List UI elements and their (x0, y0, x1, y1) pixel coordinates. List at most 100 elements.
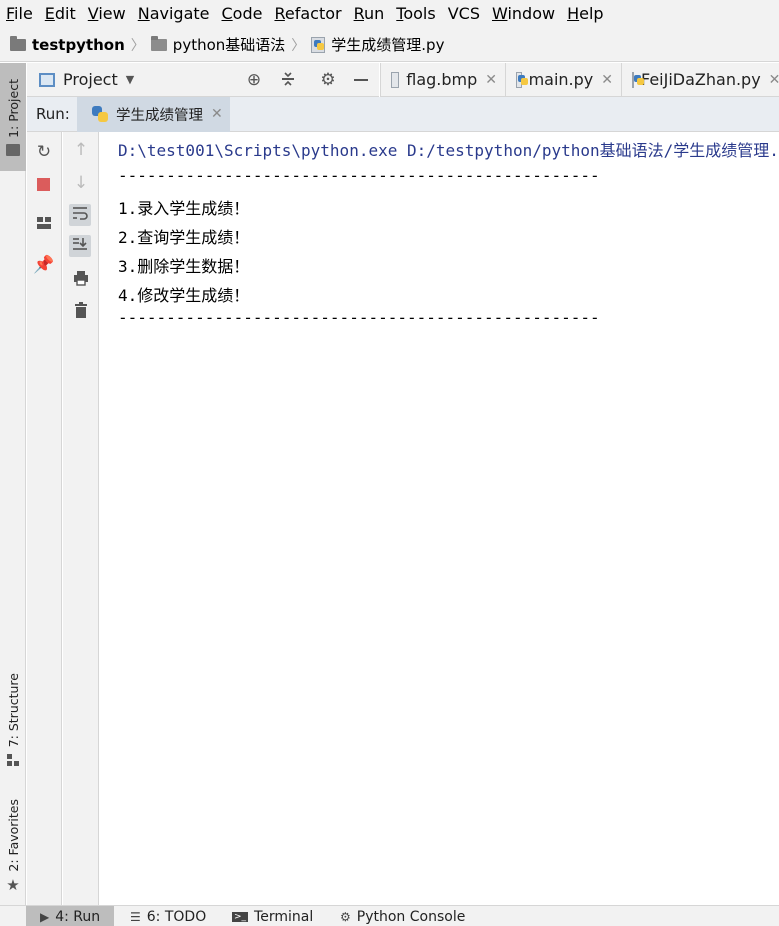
menu-label: efactor (284, 4, 342, 23)
menu-code[interactable]: Code (218, 0, 271, 28)
menu-mnemonic: C (221, 4, 233, 23)
run-toolbar-secondary: ↑ ↓ (63, 132, 99, 905)
menu-label: ools (403, 4, 436, 23)
breadcrumb-separator-icon: 〉 (130, 37, 145, 54)
breadcrumb-file-label: 学生成绩管理.py (331, 36, 445, 54)
console-line: 1.录入学生成绩！ (118, 199, 250, 218)
structure-tool-label: 7: Structure (5, 673, 21, 748)
console-command-line: D:\test001\Scripts\python.exe D:/testpyt… (118, 141, 779, 160)
tab-main-py[interactable]: main.py ✕ (505, 63, 621, 96)
run-panel-header: Run: 学生成绩管理 ✕ (27, 96, 779, 132)
menu-label: avigate (149, 4, 210, 23)
menu-file[interactable]: File (2, 0, 41, 28)
tab-structure-tool[interactable]: 7: Structure (0, 669, 26, 779)
list-icon: ☰ (130, 909, 141, 924)
breadcrumb-folder-label: python基础语法 (172, 36, 286, 54)
layout-icon[interactable] (33, 214, 55, 236)
run-config-label: 学生成绩管理 (116, 107, 203, 124)
python-file-icon (516, 71, 528, 88)
arrow-up-icon[interactable]: ↑ (70, 139, 92, 161)
tab-label: main.py (528, 70, 594, 89)
breadcrumb-project-label: testpython (32, 35, 125, 54)
editor-tabs: flag.bmp ✕ main.py ✕ FeiJiDaZhan.py ✕ (380, 63, 779, 97)
stop-icon[interactable] (37, 178, 50, 191)
tab-project-tool[interactable]: 1: Project (0, 63, 26, 171)
console-line: 2.查询学生成绩！ (118, 228, 250, 247)
pin-icon[interactable]: 📌 (33, 254, 55, 276)
menu-label: dit (54, 4, 76, 23)
menu-refactor[interactable]: Refactor (270, 0, 349, 28)
tab-favorites-tool[interactable]: 2: Favorites ★ (0, 795, 26, 895)
close-icon[interactable]: ✕ (601, 72, 613, 88)
breadcrumb-separator-icon: 〉 (291, 37, 306, 54)
structure-icon (7, 754, 19, 767)
locate-icon[interactable]: ⊕ (245, 71, 263, 89)
menu-mnemonic: H (567, 4, 580, 23)
run-config-tab[interactable]: 学生成绩管理 ✕ (77, 96, 230, 132)
bottom-tab-label: Terminal (254, 908, 314, 925)
project-view-icon (39, 72, 55, 87)
tab-python-console-tool[interactable]: ⚙ Python Console (340, 906, 465, 926)
breadcrumb-folder[interactable]: python基础语法 (150, 34, 286, 55)
image-file-icon (391, 71, 400, 88)
tab-flag-bmp[interactable]: flag.bmp ✕ (380, 63, 505, 96)
tab-label: FeiJiDaZhan.py (641, 70, 761, 89)
menu-view[interactable]: View (84, 0, 134, 28)
menu-edit[interactable]: Edit (41, 0, 84, 28)
print-icon[interactable] (70, 270, 92, 292)
console-output[interactable]: D:\test001\Scripts\python.exe D:/testpyt… (100, 132, 779, 905)
tab-terminal-tool[interactable]: >_ Terminal (232, 906, 313, 926)
menu-vcs[interactable]: VCS (444, 0, 488, 28)
project-panel-header: Project ▼ ⊕ ⚙ (27, 63, 379, 97)
minimize-icon[interactable] (352, 71, 370, 89)
breadcrumb-project[interactable]: testpython (10, 35, 125, 54)
console-divider: ----------------------------------------… (118, 308, 600, 327)
python-file-icon (632, 71, 644, 88)
trash-icon[interactable] (70, 302, 92, 324)
menu-label: ile (14, 4, 33, 23)
terminal-icon: >_ (232, 911, 249, 922)
bottom-tool-bar: ▶ 4: Run ☰ 6: TODO >_ Terminal ⚙ Python … (0, 905, 779, 926)
breadcrumb: testpython 〉 python基础语法 〉 学生成绩管理.py (0, 28, 779, 62)
bottom-tab-label: Python Console (356, 908, 466, 925)
menu-navigate[interactable]: Navigate (134, 0, 218, 28)
menu-tools[interactable]: Tools (392, 0, 443, 28)
menu-label: ode (232, 4, 263, 23)
close-icon[interactable]: ✕ (769, 72, 779, 88)
gear-icon[interactable]: ⚙ (319, 71, 337, 89)
arrow-down-icon[interactable]: ↓ (70, 172, 92, 194)
play-icon: ▶ (40, 909, 50, 924)
favorites-tool-label: 2: Favorites (5, 799, 21, 872)
bottom-tab-label: 6: TODO (146, 908, 207, 925)
tab-feijidazhan-py[interactable]: FeiJiDaZhan.py ✕ (621, 63, 779, 96)
scroll-to-end-icon[interactable] (69, 235, 91, 257)
menu-label: indow (507, 4, 556, 23)
bottom-tab-label: 4: Run (55, 908, 101, 925)
menu-bar: File Edit View Navigate Code Refactor Ru… (0, 0, 779, 28)
project-tool-label: 1: Project (5, 79, 21, 138)
menu-mnemonic: R (353, 4, 364, 23)
close-icon[interactable]: ✕ (211, 106, 223, 122)
python-icon: ⚙ (340, 909, 351, 924)
menu-run[interactable]: Run (350, 0, 393, 28)
soft-wrap-icon[interactable] (69, 204, 91, 226)
project-view-selector[interactable]: Project (63, 70, 118, 89)
menu-help[interactable]: Help (563, 0, 611, 28)
chevron-down-icon[interactable]: ▼ (126, 73, 134, 86)
tab-todo-tool[interactable]: ☰ 6: TODO (130, 906, 206, 926)
breadcrumb-file[interactable]: 学生成绩管理.py (311, 34, 444, 55)
menu-label: VCS (447, 4, 480, 23)
python-file-icon (311, 36, 326, 53)
collapse-all-icon[interactable] (279, 71, 297, 89)
menu-mnemonic: W (491, 4, 508, 23)
run-label: Run: (36, 105, 70, 123)
menu-window[interactable]: Window (488, 0, 563, 28)
folder-icon (150, 35, 167, 51)
menu-mnemonic: N (137, 4, 150, 23)
tab-run-tool[interactable]: ▶ 4: Run (26, 906, 114, 926)
menu-label: iew (98, 4, 126, 23)
close-icon[interactable]: ✕ (485, 72, 497, 88)
menu-label: un (364, 4, 385, 23)
rerun-icon[interactable]: ↻ (33, 141, 55, 163)
console-line: 4.修改学生成绩！ (118, 286, 250, 305)
